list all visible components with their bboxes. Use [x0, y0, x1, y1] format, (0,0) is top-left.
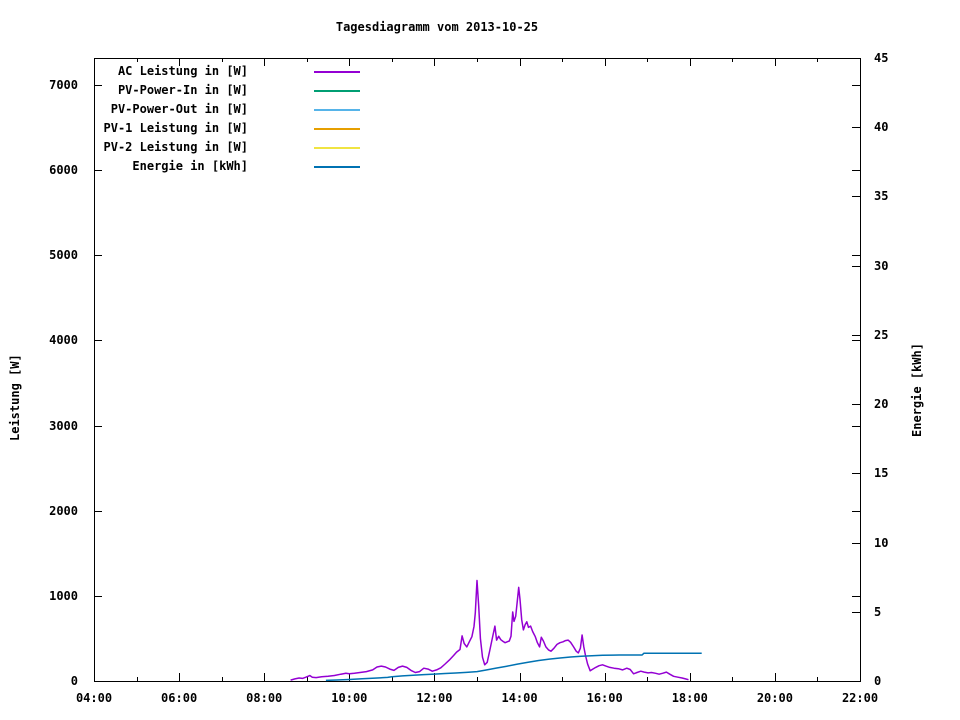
legend-line-sample — [314, 108, 360, 111]
legend-label: Energie in [kWh] — [132, 159, 248, 173]
legend-line-sample — [314, 127, 360, 130]
legend-line-sample — [314, 70, 360, 73]
y-right-tick-label: 15 — [874, 466, 889, 481]
legend-label: PV-Power-Out in [W] — [110, 102, 248, 116]
x-tick-label: 14:00 — [501, 691, 538, 705]
x-tick-label: 08:00 — [246, 691, 283, 705]
y-right-tick-label: 30 — [874, 258, 889, 273]
series-line-0 — [290, 579, 689, 681]
x-tick-label: 16:00 — [586, 691, 623, 705]
legend-line-sample — [314, 146, 360, 149]
legend: AC Leistung in [W] PV-Power-In in [W] PV… — [90, 62, 360, 176]
chart-title: Tagesdiagramm vom 2013-10-25 — [335, 20, 539, 34]
legend-item-pv1-leistung: PV-1 Leistung in [W] — [90, 119, 360, 138]
chart-canvas: Tagesdiagramm vom 2013-10-25 Leistung [W… — [0, 0, 960, 720]
y-left-tick-label: 1000 — [49, 588, 78, 603]
y-left-tick-label: 0 — [70, 674, 78, 688]
y-right-tick-label: 10 — [874, 535, 889, 550]
x-tick-label: 10:00 — [331, 691, 368, 705]
legend-label: PV-1 Leistung in [W] — [103, 121, 249, 135]
x-tick-label: 04:00 — [75, 691, 113, 705]
y-left-tick-label: 7000 — [49, 78, 78, 93]
y-right-tick-label: 40 — [874, 120, 889, 135]
y-left-tick-label: 3000 — [49, 418, 78, 433]
y-left-tick-label: 2000 — [49, 503, 78, 518]
y-right-tick-label: 45 — [874, 51, 889, 65]
x-tick-label: 22:00 — [841, 691, 879, 705]
y-left-tick-label: 5000 — [49, 248, 78, 263]
legend-item-pv-power-in: PV-Power-In in [W] — [90, 81, 360, 100]
legend-label: AC Leistung in [W] — [117, 64, 248, 78]
x-tick-label: 20:00 — [756, 691, 793, 705]
legend-item-pv2-leistung: PV-2 Leistung in [W] — [90, 138, 360, 157]
x-tick-label: 12:00 — [416, 691, 453, 705]
y-right-tick-label: 35 — [874, 189, 889, 204]
right-axis-title: Energie [kWh] — [910, 343, 924, 437]
x-tick-label: 18:00 — [671, 691, 708, 705]
x-tick-label: 06:00 — [161, 691, 198, 705]
legend-label: PV-Power-In in [W] — [117, 83, 248, 97]
y-right-tick-label: 0 — [874, 674, 882, 688]
legend-line-sample — [314, 165, 360, 168]
legend-label: PV-2 Leistung in [W] — [103, 140, 249, 154]
legend-item-energie: Energie in [kWh] — [90, 157, 360, 176]
y-left-tick-label: 4000 — [49, 333, 78, 348]
y-right-tick-label: 5 — [874, 604, 882, 619]
legend-item-ac-leistung: AC Leistung in [W] — [90, 62, 360, 81]
y-right-tick-label: 25 — [874, 327, 889, 342]
y-left-tick-label: 6000 — [49, 163, 78, 178]
legend-line-sample — [314, 89, 360, 92]
legend-item-pv-power-out: PV-Power-Out in [W] — [90, 100, 360, 119]
y-right-tick-label: 20 — [874, 397, 889, 412]
